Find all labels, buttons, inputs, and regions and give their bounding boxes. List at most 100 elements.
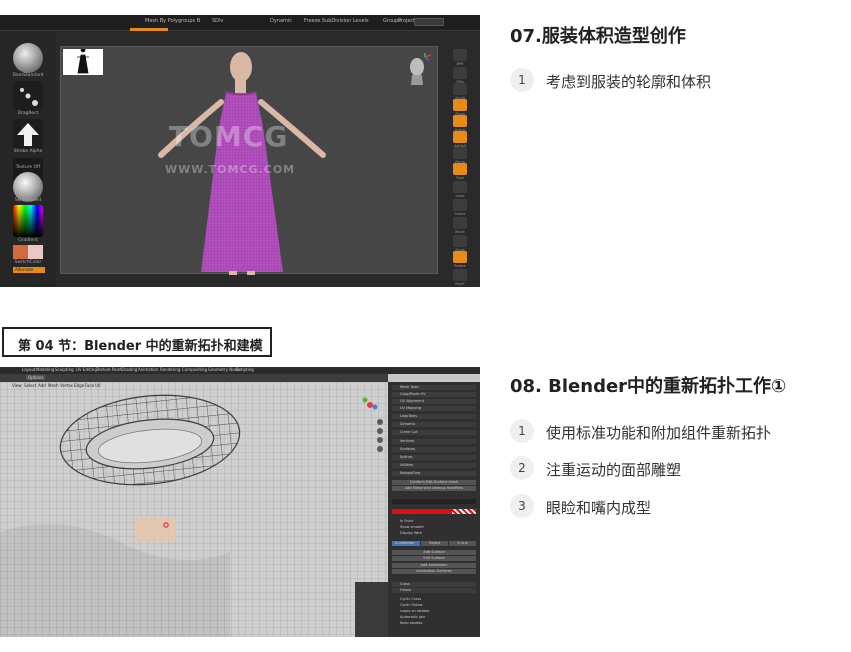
panel-row[interactable]: LoopTools <box>392 414 476 419</box>
workspace-tab[interactable]: Rendering <box>160 367 180 372</box>
pan-icon[interactable] <box>377 428 383 434</box>
menu-item[interactable]: Mesh By Polygroups B <box>145 18 200 24</box>
panel-row[interactable]: Vertices <box>392 439 476 444</box>
shelf-button[interactable] <box>453 217 467 229</box>
secondary-color-swatch[interactable] <box>28 245 43 259</box>
list-item-text: 眼睑和嘴内成型 <box>546 499 652 517</box>
workspace-tab[interactable]: UV Editing <box>76 367 97 372</box>
annotation-surfaces-button[interactable]: Annotation Surfaces <box>392 569 476 574</box>
menu-item[interactable]: Project <box>398 18 415 24</box>
list-item-text: 考虑到服装的轮廓和体积 <box>546 73 712 91</box>
brush-icon[interactable] <box>13 43 43 73</box>
zbrush-top-menu: Mesh By Polygroups B SDiv Dynamic Freeze… <box>0 15 480 31</box>
check-in-front[interactable]: In Front <box>392 519 476 524</box>
shelf-button[interactable] <box>453 181 467 193</box>
workspace-tab[interactable]: Animation <box>138 367 158 372</box>
panel-row[interactable]: Splines <box>392 455 476 460</box>
workspace-tab[interactable]: Scripting <box>236 367 254 372</box>
edit-surface-button[interactable]: Edit Surface <box>392 556 476 561</box>
texture-label: Texture Off <box>15 165 41 170</box>
check-cyclic-follow[interactable]: Cyclic Follow <box>392 603 476 608</box>
panel-row[interactable]: Copy/Paste UV <box>392 392 476 397</box>
shelf-button[interactable] <box>453 235 467 247</box>
header-item[interactable]: Vertex <box>60 383 73 388</box>
check-display-wire[interactable]: Display Wire <box>392 531 476 536</box>
primary-color-swatch[interactable] <box>13 245 28 259</box>
arrow-up-icon[interactable] <box>13 119 43 149</box>
camera-icon[interactable] <box>377 437 383 443</box>
check-show-smooth[interactable]: Show smooth <box>392 525 476 530</box>
check-automatic-join[interactable]: Automatic join <box>392 615 476 620</box>
workspace-tab[interactable]: Modeling <box>36 367 54 372</box>
zoom-icon[interactable] <box>377 419 383 425</box>
zbrush-screenshot: Mesh By Polygroups B SDiv Dynamic Freeze… <box>0 15 480 287</box>
workspace-tab[interactable]: Texture Paint <box>96 367 122 372</box>
shelf-button[interactable] <box>453 147 467 159</box>
follow-field[interactable]: Follow <box>392 588 476 593</box>
header-item[interactable]: View <box>12 383 22 388</box>
add-annotation-button[interactable]: Add Annotation <box>392 563 476 568</box>
panel-row[interactable]: UV Alignment <box>392 399 476 404</box>
header-item[interactable]: Face <box>85 383 94 388</box>
blender-workspace-tabs: Layout Modeling Sculpting UV Editing Tex… <box>0 367 480 374</box>
section-label: 第 04 节：Blender 中的重新拓扑和建模 <box>18 339 263 354</box>
panel-row[interactable]: Surfaces <box>392 447 476 452</box>
tab-object[interactable]: Object <box>421 541 448 546</box>
shelf-button-active[interactable] <box>453 251 467 263</box>
panel-row[interactable]: Curve Cut <box>392 430 476 435</box>
add-mirror-button[interactable]: Add Mirror and cleanup modifiers <box>392 486 476 491</box>
check-keep-strokes[interactable]: Keep strokes <box>392 621 476 626</box>
add-surface-button[interactable]: Add Surface <box>392 550 476 555</box>
list-number-badge: 1 <box>510 68 534 92</box>
gradient-label: Gradient <box>18 238 38 243</box>
panel-row[interactable]: UV Mapping <box>392 406 476 411</box>
workspace-tab[interactable]: Layout <box>22 367 36 372</box>
surface-color-checker[interactable] <box>452 509 476 514</box>
panel-row[interactable]: Utilities <box>392 463 476 468</box>
panel-row[interactable]: Mesh Tools <box>392 385 476 390</box>
zbrush-slider[interactable] <box>414 18 444 26</box>
stroke-icon[interactable] <box>13 81 43 111</box>
header-item[interactable]: Edge <box>74 383 84 388</box>
menu-item[interactable]: Freeze SubDivision Levels <box>304 18 369 24</box>
shelf-button-active[interactable] <box>453 163 467 175</box>
object-field[interactable] <box>392 499 476 504</box>
workspace-tab[interactable]: Shading <box>121 367 137 372</box>
alternate-button[interactable]: Alternate <box>13 267 45 273</box>
panel-row[interactable]: Dynamic <box>392 422 476 427</box>
perspective-icon[interactable] <box>377 446 383 452</box>
blender-viewport-header: Options View Select Add Mesh Vertex Edge… <box>0 374 388 388</box>
conform-button[interactable]: Conform Edit-Surface mesh <box>392 480 476 485</box>
list-number-badge: 2 <box>510 456 534 480</box>
workspace-tab[interactable]: Sculpting <box>55 367 74 372</box>
zbrush-viewport[interactable]: TOMCG WWW.TOMCG.COM <box>60 46 438 275</box>
tab-annotation[interactable]: Annotation <box>392 541 420 546</box>
zbrush-left-tray: DamStandard DragRect Stroke Alpha Textur… <box>0 31 56 287</box>
panel-row[interactable]: RetopoFlow <box>392 471 476 476</box>
surface-color-bar[interactable] <box>392 509 452 514</box>
figure-model <box>158 52 326 275</box>
shelf-button-active[interactable] <box>453 115 467 127</box>
shelf-button[interactable] <box>453 83 467 95</box>
cross-field[interactable]: Cross <box>392 582 476 587</box>
shelf-button-active[interactable] <box>453 99 467 111</box>
shelf-button[interactable] <box>453 67 467 79</box>
face-mesh-viewport[interactable] <box>0 382 388 637</box>
shelf-button[interactable] <box>453 199 467 211</box>
menu-item[interactable]: Dynamic <box>270 18 292 24</box>
header-item[interactable]: Options <box>26 375 46 380</box>
color-picker-icon[interactable] <box>13 205 43 237</box>
header-item[interactable]: Mesh <box>48 383 59 388</box>
shelf-button[interactable] <box>453 269 467 281</box>
shelf-button-active[interactable] <box>453 131 467 143</box>
shelf-button[interactable] <box>453 49 467 61</box>
check-cyclic-cross[interactable]: Cyclic Cross <box>392 597 476 602</box>
tab-3-line[interactable]: 3 Line <box>449 541 476 546</box>
header-item[interactable]: UV <box>95 383 101 388</box>
header-item[interactable]: Select <box>24 383 36 388</box>
axis-gizmo-icon[interactable] <box>360 395 380 415</box>
check-loops-on-strokes[interactable]: Loops on strokes <box>392 609 476 614</box>
menu-item[interactable]: SDiv <box>212 18 223 24</box>
workspace-tab[interactable]: Compositing <box>182 367 207 372</box>
header-item[interactable]: Add <box>38 383 46 388</box>
